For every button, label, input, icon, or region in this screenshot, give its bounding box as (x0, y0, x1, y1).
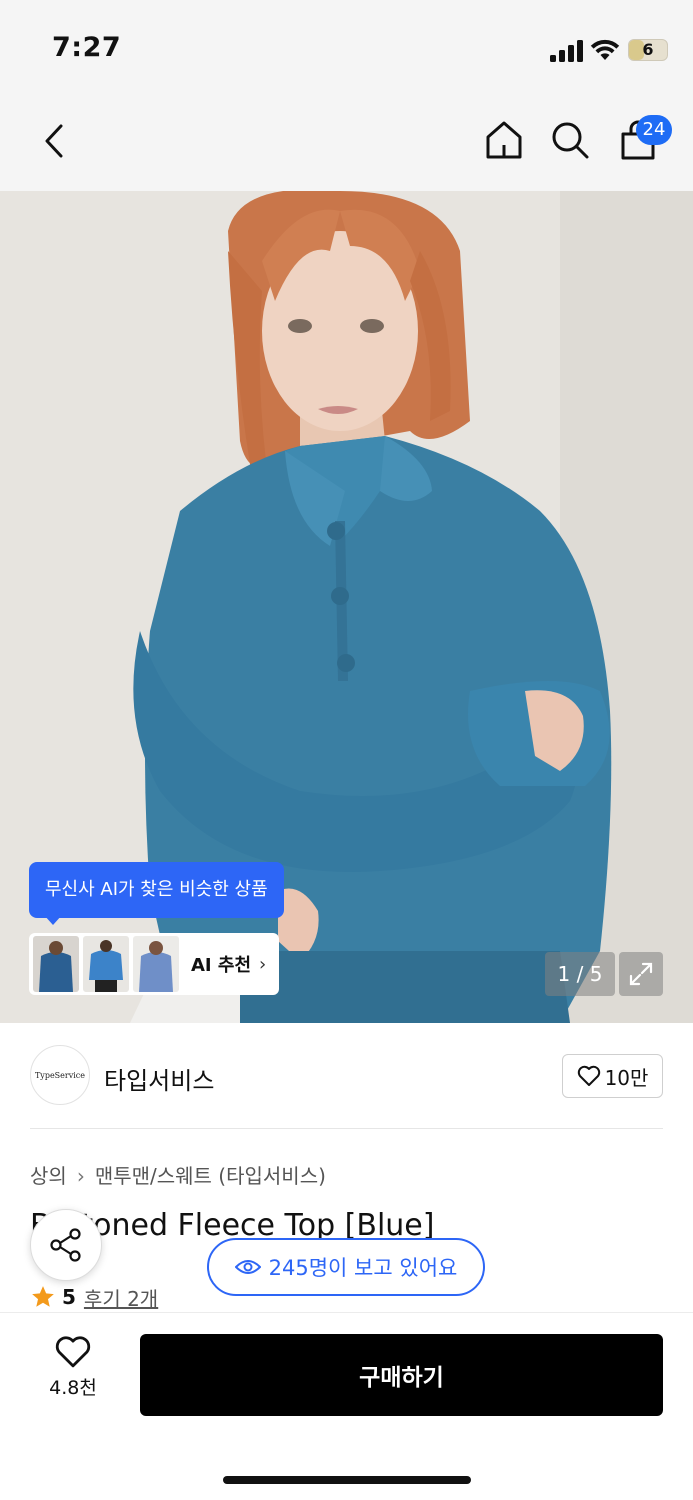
search-icon (552, 122, 589, 159)
heart-icon (577, 1065, 600, 1086)
expand-icon (629, 962, 653, 986)
status-time: 7:27 (52, 32, 122, 63)
breadcrumb-item-subcategory[interactable]: 맨투맨/스웨트 (타입서비스) (95, 1164, 326, 1188)
cart-count-badge: 24 (636, 115, 672, 145)
ai-recommend-button[interactable]: AI 추천 › (29, 933, 279, 995)
product-like-button[interactable]: 4.8천 (30, 1335, 116, 1411)
wifi-icon (590, 39, 620, 60)
live-viewers-badge: 245명이 보고 있어요 (207, 1238, 485, 1296)
eye-icon (234, 1260, 261, 1274)
star-icon (32, 1286, 54, 1307)
viewers-text: 245명이 보고 있어요 (268, 1256, 458, 1280)
share-button[interactable] (30, 1209, 102, 1281)
breadcrumb-item-category[interactable]: 상의 (30, 1164, 67, 1188)
ai-similar-products-tooltip: 무신사 AI가 찾은 비슷한 상품 (29, 862, 284, 918)
ai-thumbnail-2 (83, 936, 129, 992)
product-like-count: 4.8천 (49, 1377, 97, 1399)
ai-recommend-label: AI 추천 (191, 955, 252, 976)
brand-logo[interactable]: TypeService (30, 1045, 90, 1105)
home-indicator[interactable] (223, 1476, 471, 1484)
image-counter: 1 / 5 (545, 952, 615, 996)
product-image-carousel[interactable]: 무신사 AI가 찾은 비슷한 상품 AI 추천 › 1 / 5 (0, 191, 693, 1023)
battery-level: 6 (642, 40, 654, 59)
home-icon (486, 121, 522, 159)
review-link[interactable]: 후기 2개 (84, 1283, 158, 1312)
search-button[interactable] (548, 117, 592, 163)
brand-like-button[interactable]: 10만 (562, 1054, 663, 1098)
share-icon (50, 1228, 81, 1262)
cellular-signal-icon (550, 40, 583, 62)
battery-icon: 6 (628, 39, 668, 61)
chevron-right-icon: › (76, 1164, 85, 1188)
buy-button[interactable]: 구매하기 (140, 1334, 663, 1416)
heart-icon (55, 1336, 91, 1368)
brand-row[interactable]: TypeService 타입서비스 10만 (30, 1045, 663, 1107)
home-button[interactable] (482, 117, 526, 163)
top-nav-bar (0, 95, 693, 191)
back-button[interactable] (36, 119, 72, 163)
rating-row: 5 후기 2개 (30, 1283, 158, 1311)
brand-logo-text: TypeService (34, 1070, 86, 1080)
expand-image-button[interactable] (619, 952, 663, 996)
ai-thumbnail-1 (33, 936, 79, 992)
breadcrumb: 상의 › 맨투맨/스웨트 (타입서비스) (30, 1160, 326, 1189)
brand-name[interactable]: 타입서비스 (104, 1061, 214, 1096)
bottom-action-bar: 4.8천 구매하기 (0, 1312, 693, 1500)
divider (30, 1128, 663, 1129)
tooltip-arrow (44, 915, 62, 925)
chevron-left-icon (45, 124, 63, 158)
ai-thumbnail-3 (133, 936, 179, 992)
rating-score: 5 (62, 1285, 76, 1309)
chevron-right-icon: › (259, 953, 267, 975)
status-bar: 7:27 6 (0, 0, 693, 95)
brand-like-count: 10만 (604, 1065, 649, 1090)
